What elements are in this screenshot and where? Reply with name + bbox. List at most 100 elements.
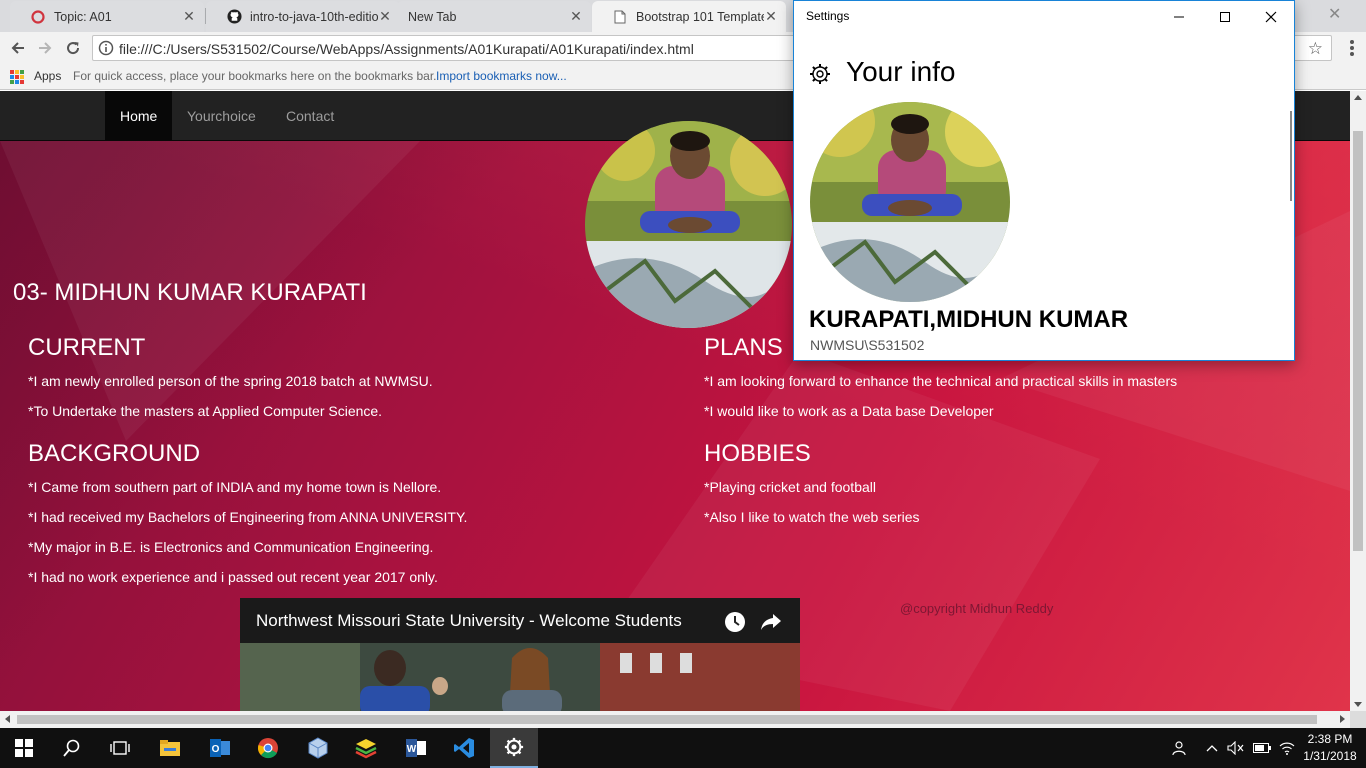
forward-arrow-icon (39, 42, 52, 54)
page-horizontal-scrollbar[interactable] (0, 711, 1350, 728)
bookmarks-hint: For quick access, place your bookmarks h… (73, 69, 437, 83)
maximize-icon (1220, 11, 1230, 22)
taskbar-word[interactable]: W (392, 728, 440, 768)
settings-scrollbar[interactable] (1290, 111, 1292, 201)
section-title-hobbies: HOBBIES (704, 440, 811, 467)
account-id: NWMSU\S531502 (810, 337, 925, 353)
window-close-button[interactable] (1248, 1, 1294, 32)
taskbar-bluestacks[interactable] (342, 728, 390, 768)
background-line: *I had received my Bachelors of Engineer… (28, 509, 468, 525)
section-title-plans: PLANS (704, 334, 783, 361)
chrome-icon (258, 738, 278, 759)
window-title: Settings (806, 9, 850, 23)
close-icon (1265, 11, 1277, 22)
taskbar-vscode[interactable] (440, 728, 488, 768)
svg-text:O: O (212, 744, 220, 755)
browser-menu-icon[interactable] (1350, 40, 1354, 58)
plans-line: *I would like to work as a Data base Dev… (704, 403, 994, 419)
profile-photo (585, 121, 792, 328)
windows-taskbar: O W 2:38 PM 1/31/2018 (0, 728, 1366, 768)
import-bookmarks-link[interactable]: Import bookmarks now... (436, 69, 567, 83)
close-icon[interactable]: ✕ (764, 8, 778, 25)
account-name: KURAPATI,MIDHUN KUMAR (809, 306, 1129, 333)
tab-title: Bootstrap 101 Template (636, 9, 764, 24)
nav-home[interactable]: Home (105, 91, 173, 141)
virtualbox-icon (308, 737, 328, 759)
taskbar-outlook[interactable]: O (196, 728, 244, 768)
tab-intro-to-java[interactable]: intro-to-java-10th-editio ✕ (206, 1, 400, 32)
scrollbar-corner (1350, 711, 1366, 728)
taskbar-settings[interactable] (490, 728, 538, 768)
section-title-background: BACKGROUND (28, 440, 201, 467)
taskbar-virtualbox[interactable] (294, 728, 342, 768)
browser-close-icon[interactable]: ✕ (1328, 4, 1341, 24)
minimize-icon (1174, 16, 1184, 17)
background-line: *I Came from southern part of INDIA and … (28, 479, 442, 495)
url-text: file:///C:/Users/S531502/Course/WebApps/… (119, 41, 694, 57)
word-icon: W (406, 739, 426, 757)
vscode-icon (454, 738, 474, 758)
people-icon[interactable] (1166, 728, 1190, 768)
search-icon (63, 739, 80, 757)
clock-date: 1/31/2018 (1303, 749, 1357, 763)
gear-icon (810, 64, 830, 84)
nav-yourchoice[interactable]: Yourchoice (172, 91, 271, 141)
bluestacks-icon (355, 739, 377, 759)
volume-muted-icon[interactable] (1224, 728, 1248, 768)
account-photo (810, 102, 1010, 302)
tab-bootstrap-template[interactable]: Bootstrap 101 Template ✕ (592, 1, 786, 32)
back-arrow-icon (11, 42, 24, 54)
info-icon[interactable] (98, 40, 114, 56)
page-icon (612, 9, 628, 25)
page-vertical-scrollbar[interactable] (1350, 91, 1366, 711)
system-clock[interactable]: 2:38 PM 1/31/2018 (1300, 731, 1360, 765)
bookmark-star-icon[interactable]: ☆ (1308, 39, 1323, 59)
settings-icon (504, 737, 524, 757)
close-icon[interactable]: ✕ (378, 8, 392, 25)
minimize-button[interactable] (1156, 1, 1202, 32)
background-line: *I had no work experience and i passed o… (28, 569, 438, 585)
hobbies-line: *Also I like to watch the web series (704, 509, 920, 525)
task-view-button[interactable] (96, 728, 144, 768)
close-icon[interactable]: ✕ (569, 8, 583, 25)
forward-button[interactable] (34, 37, 56, 59)
watch-later-icon[interactable] (724, 611, 746, 633)
apps-shortcut[interactable]: Apps (34, 69, 61, 83)
youtube-video-embed[interactable]: Northwest Missouri State University - We… (240, 598, 800, 711)
tab-title: intro-to-java-10th-editio (250, 9, 378, 24)
file-explorer-icon (160, 740, 180, 756)
tab-title: Topic: A01 (54, 9, 112, 24)
battery-icon[interactable] (1250, 728, 1274, 768)
page-headline: 03- MIDHUN KUMAR KURAPATI (13, 279, 367, 306)
wifi-icon[interactable] (1276, 728, 1298, 768)
close-icon[interactable]: ✕ (182, 8, 196, 25)
maximize-button[interactable] (1202, 1, 1248, 32)
clock-time: 2:38 PM (1307, 732, 1353, 746)
nav-contact[interactable]: Contact (271, 91, 349, 141)
svg-text:W: W (407, 744, 417, 755)
github-icon (226, 9, 242, 25)
reload-button[interactable] (62, 37, 84, 59)
copyright-text: @copyright Midhun Reddy (900, 601, 1054, 616)
opera-icon (30, 9, 46, 25)
task-view-icon (110, 741, 130, 755)
video-title[interactable]: Northwest Missouri State University - We… (256, 611, 682, 631)
settings-window: Settings Your info KURAPATI,MIDHUN KUMAR (793, 0, 1295, 361)
section-title-current: CURRENT (28, 334, 146, 361)
reload-icon (67, 42, 80, 55)
current-line: *To Undertake the masters at Applied Com… (28, 403, 383, 419)
outlook-icon: O (210, 739, 230, 757)
tab-new-tab[interactable]: New Tab ✕ (397, 1, 591, 32)
taskbar-file-explorer[interactable] (146, 728, 194, 768)
chevron-up-icon[interactable] (1202, 728, 1222, 768)
taskbar-chrome[interactable] (244, 728, 292, 768)
current-line: *I am newly enrolled person of the sprin… (28, 373, 433, 389)
background-line: *My major in B.E. is Electronics and Com… (28, 539, 434, 555)
apps-grid-icon[interactable] (10, 70, 24, 84)
back-button[interactable] (7, 37, 29, 59)
start-button[interactable] (0, 728, 48, 768)
search-button[interactable] (48, 728, 96, 768)
settings-heading: Your info (846, 56, 956, 87)
tab-topic-a01[interactable]: Topic: A01 ✕ (10, 1, 204, 32)
share-icon[interactable] (760, 611, 782, 633)
